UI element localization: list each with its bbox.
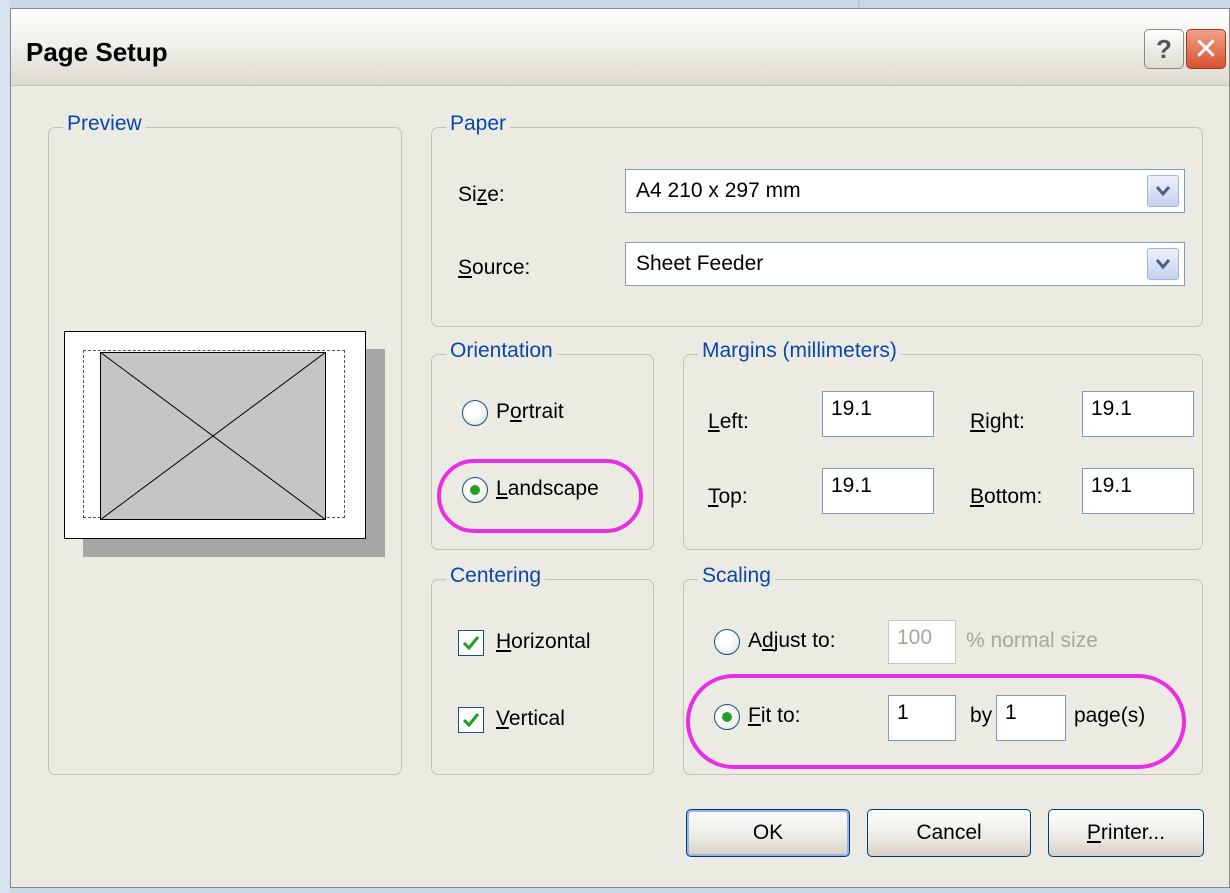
chevron-down-icon[interactable] [1147,248,1179,280]
desktop-background [0,0,10,893]
adjust-to-input[interactable]: 100 [888,620,956,664]
source-select[interactable]: Sheet Feeder [625,242,1185,286]
ok-button[interactable]: OK [686,809,850,857]
vertical-checkbox[interactable] [458,707,484,733]
bottom-margin-input[interactable]: 19.1 [1082,468,1194,514]
normal-size-label: % normal size [966,629,1098,652]
left-margin-label: Left: [708,410,749,433]
portrait-radio[interactable] [462,400,488,426]
top-margin-input[interactable]: 19.1 [822,468,934,514]
bottom-margin-label: Bottom: [970,485,1043,508]
landscape-highlight-annotation [437,459,643,533]
chevron-down-icon[interactable] [1147,175,1179,207]
vertical-label[interactable]: Vertical [496,707,565,731]
page-setup-dialog: Page Setup ? ✕ Preview Paper Size: A4 21… [10,8,1230,888]
centering-legend: Centering [446,564,546,588]
printer-button[interactable]: Printer... [1048,809,1204,857]
paper-legend: Paper [446,112,511,136]
paper-group: Paper Size: A4 210 x 297 mm Source: Shee… [431,112,1203,327]
help-button[interactable]: ? [1144,29,1184,69]
preview-image-placeholder [100,352,326,520]
cancel-button[interactable]: Cancel [867,809,1031,857]
preview-page [64,331,366,539]
horizontal-checkbox[interactable] [458,630,484,656]
margins-group: Margins (millimeters) Left: 19.1 Right: … [683,339,1203,550]
scaling-legend: Scaling [698,564,775,588]
size-select-value: A4 210 x 297 mm [636,179,801,202]
adjust-to-radio[interactable] [714,629,740,655]
horizontal-label[interactable]: Horizontal [496,630,591,654]
margins-legend: Margins (millimeters) [698,339,901,363]
top-margin-label: Top: [708,485,748,508]
source-select-value: Sheet Feeder [636,252,764,275]
source-label: Source: [458,256,531,279]
title-bar[interactable]: Page Setup ? ✕ [11,9,1229,86]
centering-group: Centering Horizontal Vertical [431,564,654,775]
close-button[interactable]: ✕ [1186,29,1226,69]
preview-legend: Preview [63,112,146,136]
adjust-to-label[interactable]: Adjust to: [748,629,836,653]
right-margin-input[interactable]: 19.1 [1082,391,1194,437]
size-label: Size: [458,183,505,206]
orientation-legend: Orientation [446,339,557,363]
portrait-label[interactable]: Portrait [496,400,564,424]
right-margin-label: Right: [970,410,1025,433]
preview-group: Preview [48,112,402,775]
left-margin-input[interactable]: 19.1 [822,391,934,437]
fit-to-highlight-annotation [686,674,1186,769]
size-select[interactable]: A4 210 x 297 mm [625,169,1185,213]
dialog-title: Page Setup [26,37,168,67]
